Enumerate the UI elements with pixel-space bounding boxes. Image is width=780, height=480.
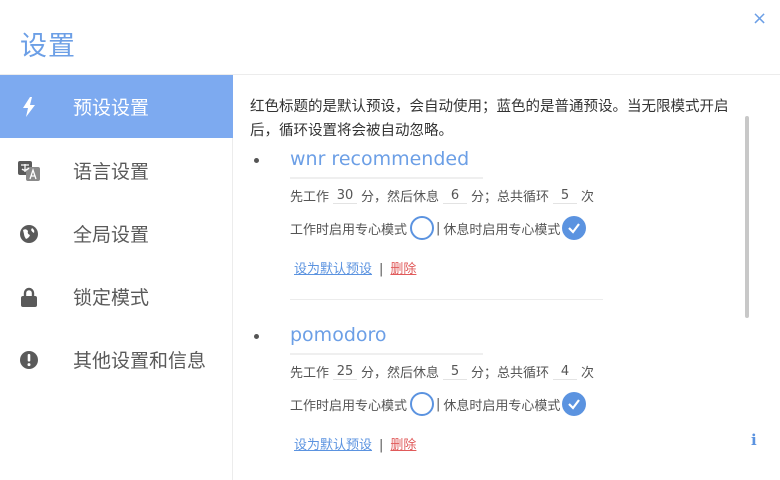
scrollbar[interactable] — [745, 116, 749, 318]
sidebar-item-language[interactable]: 语言设置 — [0, 139, 233, 202]
bullet — [254, 334, 259, 339]
preset-divider — [290, 299, 603, 300]
rest-label: 分，然后休息 — [361, 190, 440, 205]
preset-name[interactable]: pomodoro — [290, 324, 387, 346]
loop-label: 分；总共循环 — [471, 190, 550, 205]
globe-icon — [18, 223, 40, 245]
preset-focus-row: 工作时启用专心模式 | 休息时启用专心模式 — [290, 216, 587, 240]
preset-name[interactable]: wnr recommended — [290, 148, 469, 170]
link-separator: | — [379, 438, 384, 453]
preset-timing-row: 先工作 25 分，然后休息 5 分；总共循环 4 次 — [290, 362, 595, 382]
loop-label: 分；总共循环 — [471, 366, 550, 381]
work-label: 先工作 — [290, 190, 330, 205]
preset-actions: 设为默认预设 | 删除 — [294, 258, 416, 277]
preset-actions: 设为默认预设 | 删除 — [294, 434, 416, 453]
sidebar-item-global[interactable]: 全局设置 — [0, 202, 233, 265]
preset-name-underline — [290, 353, 483, 355]
close-icon[interactable]: × — [752, 8, 767, 29]
intro-text: 红色标题的是默认预设，会自动使用；蓝色的是普通预设。当无限模式开启后，循环设置将… — [250, 99, 729, 139]
info-icon[interactable]: i — [751, 431, 757, 449]
translate-icon — [18, 160, 40, 182]
focus-rest-label: 休息时启用专心模式 — [443, 398, 561, 414]
times-label: 次 — [581, 366, 595, 381]
set-default-link[interactable]: 设为默认预设 — [294, 262, 372, 277]
preset-name-underline — [290, 177, 483, 179]
set-default-link[interactable]: 设为默认预设 — [294, 438, 372, 453]
sidebar-item-presets[interactable]: 预设设置 — [0, 75, 233, 138]
work-minutes-input[interactable]: 25 — [333, 364, 358, 380]
focus-work-label: 工作时启用专心模式 — [290, 222, 408, 238]
link-separator: | — [379, 262, 384, 277]
sidebar-item-label: 其他设置和信息 — [73, 350, 207, 372]
focus-divider: | — [436, 396, 441, 412]
preset-focus-row: 工作时启用专心模式 | 休息时启用专心模式 — [290, 392, 587, 416]
sidebar-item-lock[interactable]: 锁定模式 — [0, 265, 233, 328]
main-panel: 红色标题的是默认预设，会自动使用；蓝色的是普通预设。当无限模式开启后，循环设置将… — [234, 75, 780, 480]
lightning-icon — [18, 96, 40, 118]
bullet — [254, 158, 259, 163]
focus-work-checkbox[interactable] — [410, 392, 435, 416]
lock-icon — [18, 286, 40, 308]
work-label: 先工作 — [290, 366, 330, 381]
page-title: 设置 — [20, 31, 76, 62]
sidebar-item-label: 预设设置 — [73, 97, 150, 119]
rest-minutes-input[interactable]: 5 — [443, 364, 468, 380]
rest-label: 分，然后休息 — [361, 366, 440, 381]
delete-link[interactable]: 删除 — [390, 262, 416, 277]
loop-count-input[interactable]: 5 — [553, 188, 578, 204]
sidebar-item-label: 语言设置 — [73, 161, 150, 183]
check-icon — [568, 399, 581, 410]
sidebar-item-other[interactable]: 其他设置和信息 — [0, 328, 233, 391]
check-icon — [568, 223, 581, 234]
focus-work-label: 工作时启用专心模式 — [290, 398, 408, 414]
loop-count-input[interactable]: 4 — [553, 364, 578, 380]
preset-timing-row: 先工作 30 分，然后休息 6 分；总共循环 5 次 — [290, 186, 595, 206]
focus-rest-label: 休息时启用专心模式 — [443, 222, 561, 238]
times-label: 次 — [581, 190, 595, 205]
focus-divider: | — [436, 220, 441, 236]
focus-rest-checkbox[interactable] — [562, 216, 587, 240]
work-minutes-input[interactable]: 30 — [333, 188, 358, 204]
sidebar-item-label: 锁定模式 — [73, 287, 150, 309]
delete-link[interactable]: 删除 — [390, 438, 416, 453]
sidebar-item-label: 全局设置 — [73, 224, 150, 246]
rest-minutes-input[interactable]: 6 — [443, 188, 468, 204]
sidebar: 预设设置 语言设置 全局设置 锁定模式 其他设置和信息 — [0, 75, 233, 480]
focus-work-checkbox[interactable] — [410, 216, 435, 240]
info-circle-icon — [18, 349, 40, 371]
focus-rest-checkbox[interactable] — [562, 392, 587, 416]
